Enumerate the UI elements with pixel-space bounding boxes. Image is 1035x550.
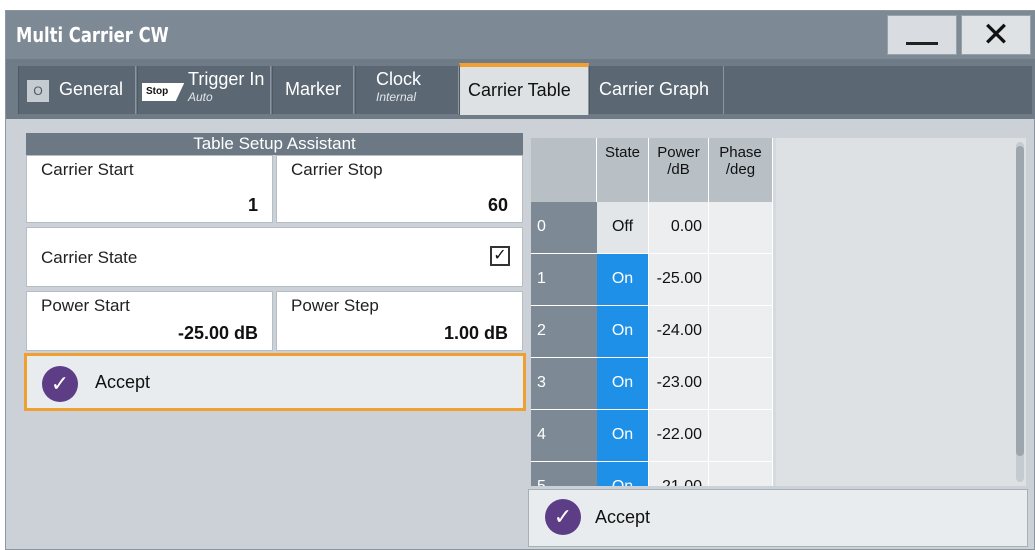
power-step-field[interactable]: Power Step 1.00 dB (276, 291, 523, 351)
power-start-label: Power Start (41, 296, 130, 315)
power-start-field[interactable]: Power Start -25.00 dB (26, 291, 273, 351)
power-step-value: 1.00 dB (443, 323, 508, 343)
tab-marker[interactable]: Marker (272, 66, 354, 114)
carrier-start-field[interactable]: Carrier Start 1 (26, 155, 273, 223)
tab-bar-filler (724, 66, 1032, 114)
carrier-state-field: Carrier State ✓ (26, 227, 523, 287)
table-scrollbar-thumb[interactable] (1016, 146, 1024, 456)
title-bar: Multi Carrier CW ✕ (6, 11, 1035, 59)
tab-trigger-in-label: Trigger In (188, 69, 265, 89)
phase-cell[interactable] (709, 358, 773, 410)
minimize-button[interactable] (887, 15, 957, 55)
phase-cell[interactable] (709, 254, 773, 306)
power-cell[interactable]: -24.00 (649, 306, 709, 358)
header-power: Power/dB (649, 138, 709, 202)
state-cell[interactable]: Off (597, 202, 649, 254)
tab-carrier-graph[interactable]: Carrier Graph (589, 66, 724, 114)
tab-clock-sub: Internal (376, 90, 417, 104)
power-cell[interactable]: -23.00 (649, 358, 709, 410)
checkmark-icon: ✓ (42, 366, 78, 402)
accept-table-label: Accept (595, 507, 651, 527)
row-index: 0 (531, 202, 597, 254)
power-cell[interactable]: -22.00 (649, 410, 709, 462)
power-start-value: -25.00 dB (177, 323, 258, 343)
phase-cell[interactable] (709, 306, 773, 358)
carrier-stop-field[interactable]: Carrier Stop 60 (276, 155, 523, 223)
minimize-icon (906, 41, 938, 45)
table-empty-area (776, 138, 1026, 486)
row-index: 2 (531, 306, 597, 358)
row-index: 5 (531, 462, 597, 486)
header-phase: Phase/deg (709, 138, 773, 202)
state-cell[interactable]: On (597, 358, 649, 410)
tab-carrier-graph-label: Carrier Graph (599, 79, 710, 99)
tab-marker-label: Marker (285, 79, 342, 99)
phase-cell[interactable] (709, 462, 773, 486)
close-icon: ✕ (981, 16, 1011, 54)
checkmark-icon: ✓ (545, 499, 581, 535)
tab-clock[interactable]: Clock Internal (355, 66, 459, 114)
carrier-state-label: Carrier State (41, 248, 138, 267)
tab-trigger-in[interactable]: Stop Trigger In Auto (137, 66, 271, 114)
tab-bar: O General Stop Trigger In Auto Marker Cl… (6, 59, 1035, 119)
multi-carrier-cw-dialog: Multi Carrier CW ✕ O General Stop Trigge… (5, 10, 1035, 550)
phase-cell[interactable] (709, 202, 773, 254)
state-cell[interactable]: On (597, 306, 649, 358)
state-cell[interactable]: On (597, 462, 649, 486)
power-cell[interactable]: 0.00 (649, 202, 709, 254)
carrier-start-label: Carrier Start (41, 160, 134, 179)
table-setup-assistant-title: Table Setup Assistant (26, 133, 523, 155)
tab-carrier-table-label: Carrier Table (468, 80, 571, 100)
row-index: 3 (531, 358, 597, 410)
tab-general-label: General (59, 79, 124, 99)
power-cell[interactable]: -25.00 (649, 254, 709, 306)
row-index: 4 (531, 410, 597, 462)
power-step-label: Power Step (291, 296, 379, 315)
power-cell[interactable]: -21.00 (649, 462, 709, 486)
carrier-table: State Power/dB Phase/deg 0 Off 0.00 1 On… (531, 138, 1026, 486)
carrier-state-checkbox[interactable]: ✓ (490, 246, 510, 266)
accept-table-button[interactable]: ✓ Accept (528, 489, 1028, 547)
accept-assistant-label: Accept (95, 372, 151, 392)
tab-clock-label: Clock (376, 69, 422, 89)
header-state: State (597, 138, 649, 202)
tab-general[interactable]: O General (18, 66, 136, 114)
tab-carrier-table[interactable]: Carrier Table (459, 63, 589, 115)
close-button[interactable]: ✕ (961, 15, 1031, 55)
dialog-title: Multi Carrier CW (16, 23, 169, 47)
carrier-start-value: 1 (247, 195, 258, 215)
phase-cell[interactable] (709, 410, 773, 462)
header-index (531, 138, 597, 202)
general-status-badge: O (27, 80, 49, 102)
carrier-stop-value: 60 (487, 195, 508, 215)
state-cell[interactable]: On (597, 410, 649, 462)
row-index: 1 (531, 254, 597, 306)
tab-trigger-in-sub: Auto (188, 90, 213, 104)
accept-assistant-button[interactable]: ✓ Accept (24, 353, 526, 411)
state-cell[interactable]: On (597, 254, 649, 306)
trigger-stop-badge: Stop (142, 83, 185, 101)
carrier-stop-label: Carrier Stop (291, 160, 383, 179)
